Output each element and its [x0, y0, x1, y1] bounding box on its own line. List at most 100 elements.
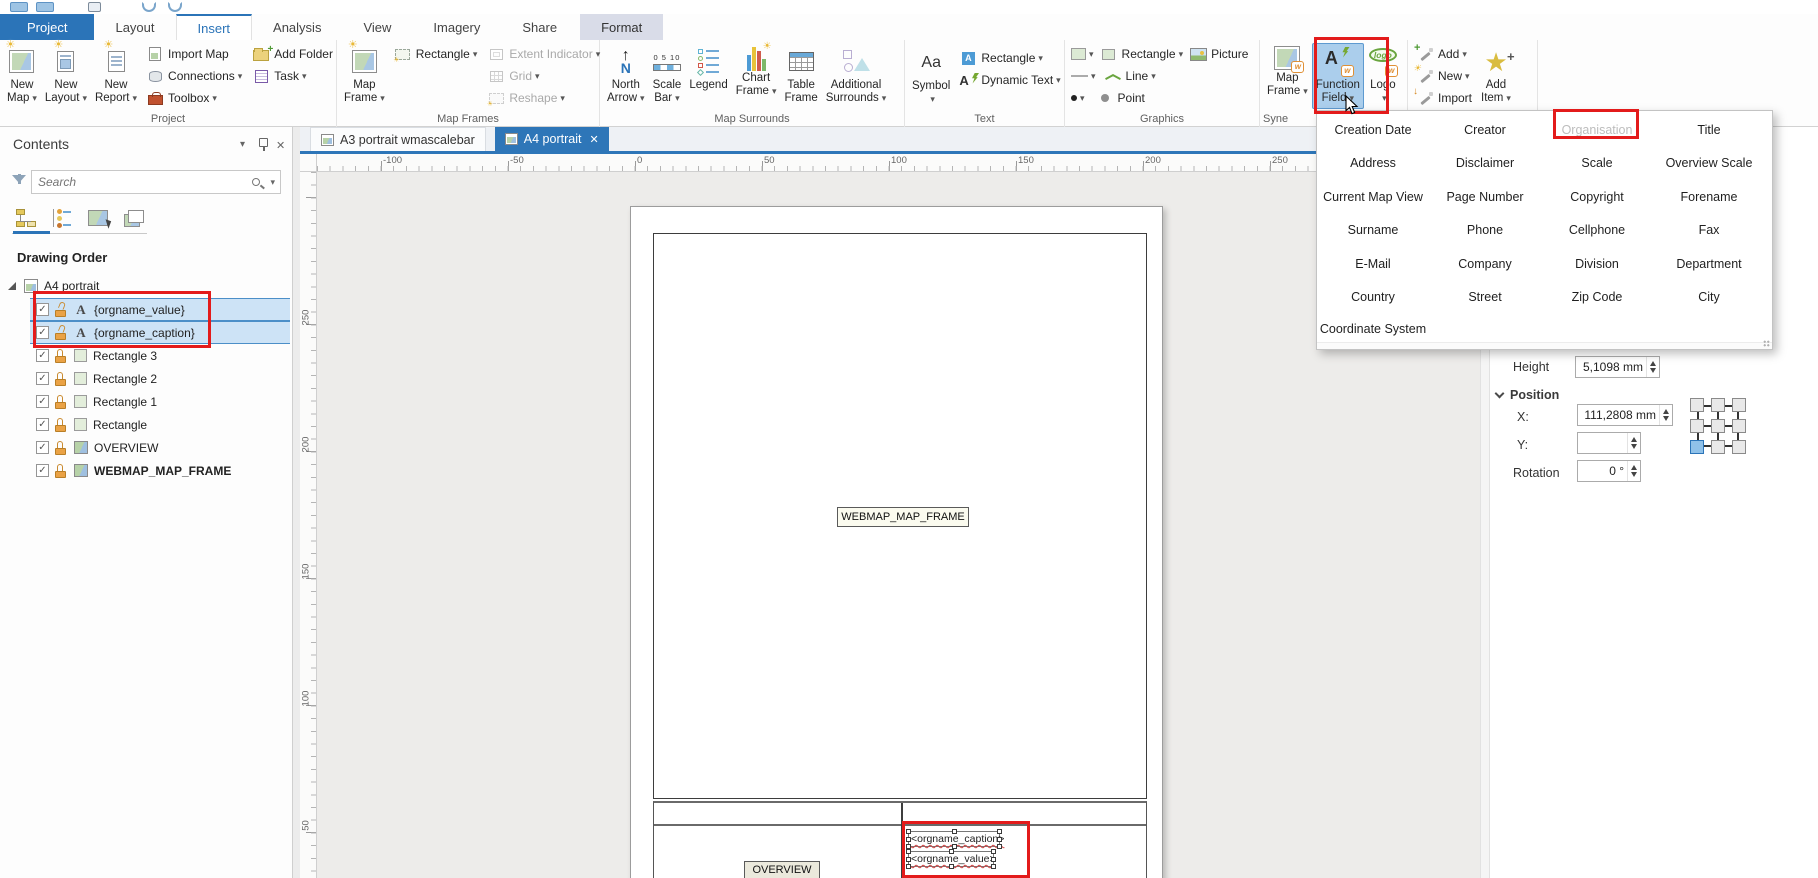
- new-layout-button[interactable]: New Layout: [41, 38, 91, 109]
- visibility-checkbox[interactable]: [36, 349, 49, 362]
- menu-item-email[interactable]: E-Mail: [1317, 247, 1429, 281]
- locked-icon[interactable]: [55, 348, 68, 363]
- menu-item-company[interactable]: Company: [1429, 247, 1541, 281]
- menu-item-title[interactable]: Title: [1653, 113, 1765, 147]
- layer-row-webmap-map-frame[interactable]: WEBMAP_MAP_FRAME: [36, 459, 231, 482]
- grid-button[interactable]: Grid: [484, 65, 603, 87]
- layer-row-rectangle-1[interactable]: Rectangle 1: [36, 390, 157, 413]
- menu-item-division[interactable]: Division: [1541, 247, 1653, 281]
- tab-imagery[interactable]: Imagery: [412, 14, 501, 40]
- legend-button[interactable]: Legend: [685, 43, 731, 109]
- orgname-caption-text-element[interactable]: <orgname_caption>: [906, 829, 1004, 849]
- orgname-value-text-element[interactable]: <orgname_value>: [906, 849, 996, 869]
- redo-icon[interactable]: [168, 2, 182, 12]
- visibility-checkbox[interactable]: [36, 303, 49, 316]
- visibility-checkbox[interactable]: [36, 441, 49, 454]
- new-button[interactable]: New: [1413, 65, 1475, 87]
- height-field[interactable]: [1575, 356, 1660, 378]
- chart-frame-button[interactable]: Chart Frame: [732, 41, 781, 109]
- expand-collapse-icon[interactable]: [8, 281, 16, 290]
- symbol-button[interactable]: Aa Symbol: [908, 43, 954, 109]
- unlocked-icon[interactable]: [55, 300, 68, 317]
- menu-item-page-number[interactable]: Page Number: [1429, 180, 1541, 214]
- close-view-icon[interactable]: ✕: [589, 133, 598, 146]
- layer-row-orgname-caption[interactable]: {orgname_caption}: [30, 321, 290, 344]
- menu-resize-grip[interactable]: [1317, 340, 1772, 349]
- menu-item-current-map-view[interactable]: Current Map View: [1317, 180, 1429, 214]
- menu-item-surname[interactable]: Surname: [1317, 214, 1429, 248]
- menu-item-street[interactable]: Street: [1429, 281, 1541, 315]
- menu-item-copyright[interactable]: Copyright: [1541, 180, 1653, 214]
- graphics-point-button[interactable]: Point: [1093, 87, 1148, 109]
- additional-surrounds-button[interactable]: Additional Surrounds: [822, 43, 891, 109]
- x-input[interactable]: [1578, 408, 1659, 422]
- layer-root-row[interactable]: A4 portrait: [8, 274, 99, 297]
- anchor-middle-center[interactable]: [1711, 419, 1725, 433]
- x-stepper[interactable]: [1659, 405, 1672, 425]
- toolbox-button[interactable]: Toolbox: [143, 87, 245, 109]
- webmap-map-frame-element[interactable]: WEBMAP_MAP_FRAME: [837, 507, 969, 527]
- list-by-drawing-order-tab[interactable]: [12, 205, 39, 231]
- point-swatch-button[interactable]: [1068, 87, 1088, 109]
- task-button[interactable]: Task: [249, 65, 336, 87]
- menu-item-coordinate-system[interactable]: Coordinate System: [1317, 314, 1429, 344]
- menu-item-address[interactable]: Address: [1317, 147, 1429, 181]
- tab-analysis[interactable]: Analysis: [252, 14, 342, 40]
- y-field[interactable]: [1577, 432, 1641, 454]
- height-stepper[interactable]: [1646, 357, 1659, 377]
- list-by-type-tab[interactable]: [48, 205, 75, 231]
- anchor-bottom-left[interactable]: [1690, 440, 1704, 454]
- scale-bar-button[interactable]: 0 5 10 Scale Bar: [649, 43, 686, 109]
- list-by-selection-tab[interactable]: [84, 205, 111, 231]
- rotation-input[interactable]: [1578, 464, 1627, 478]
- rotation-field[interactable]: [1577, 460, 1641, 482]
- y-stepper[interactable]: [1627, 433, 1640, 453]
- visibility-checkbox[interactable]: [36, 372, 49, 385]
- locked-icon[interactable]: [55, 440, 68, 455]
- tab-layout[interactable]: Layout: [94, 14, 175, 40]
- locked-icon[interactable]: [55, 371, 68, 386]
- menu-item-creation-date[interactable]: Creation Date: [1317, 113, 1429, 147]
- text-rectangle-button[interactable]: Rectangle: [956, 47, 1063, 69]
- new-report-button[interactable]: New Report: [91, 38, 141, 109]
- picture-button[interactable]: Picture: [1186, 43, 1251, 65]
- locked-icon[interactable]: [55, 394, 68, 409]
- graphics-rectangle-button[interactable]: Rectangle: [1097, 43, 1187, 65]
- filter-icon[interactable]: [12, 174, 26, 184]
- list-map-series-tab[interactable]: [120, 205, 147, 231]
- line-swatch-button[interactable]: [1068, 65, 1099, 87]
- rotation-stepper[interactable]: [1627, 461, 1640, 481]
- tab-share[interactable]: Share: [501, 14, 578, 40]
- layer-row-overview[interactable]: OVERVIEW: [36, 436, 158, 459]
- menu-item-country[interactable]: Country: [1317, 281, 1429, 315]
- panel-menu-chevron-icon[interactable]: ▾: [240, 139, 245, 150]
- tab-format[interactable]: Format: [580, 14, 664, 40]
- anchor-bottom-center[interactable]: [1711, 440, 1725, 454]
- unlocked-icon[interactable]: [55, 323, 68, 340]
- connections-button[interactable]: Connections: [143, 65, 245, 87]
- anchor-top-left[interactable]: [1690, 398, 1704, 412]
- menu-item-scale[interactable]: Scale: [1541, 147, 1653, 181]
- undo-icon[interactable]: [142, 2, 156, 12]
- visibility-checkbox[interactable]: [36, 395, 49, 408]
- anchor-top-right[interactable]: [1732, 398, 1746, 412]
- tab-view[interactable]: View: [342, 14, 412, 40]
- menu-item-department[interactable]: Department: [1653, 247, 1765, 281]
- visibility-checkbox[interactable]: [36, 464, 49, 477]
- menu-item-forename[interactable]: Forename: [1653, 180, 1765, 214]
- pin-icon[interactable]: [259, 138, 268, 151]
- map-frame-button[interactable]: Map Frame: [340, 43, 389, 109]
- graphics-line-button[interactable]: Line: [1101, 65, 1159, 87]
- overview-frame-element[interactable]: OVERVIEW: [744, 861, 820, 878]
- menu-item-cellphone[interactable]: Cellphone: [1541, 214, 1653, 248]
- tab-project[interactable]: Project: [0, 14, 95, 40]
- menu-item-disclaimer[interactable]: Disclaimer: [1429, 147, 1541, 181]
- dynamic-text-button[interactable]: Dynamic Text: [956, 69, 1063, 91]
- save-icon[interactable]: [88, 2, 101, 12]
- add-item-button[interactable]: Add Item: [1477, 43, 1515, 109]
- position-section-header[interactable]: Position: [1494, 388, 1559, 402]
- menu-item-organisation[interactable]: Organisation: [1541, 113, 1653, 147]
- search-input[interactable]: [32, 175, 253, 189]
- view-tab-a3-portrait[interactable]: A3 portrait wmascalebar: [310, 127, 486, 151]
- anchor-bottom-right[interactable]: [1732, 440, 1746, 454]
